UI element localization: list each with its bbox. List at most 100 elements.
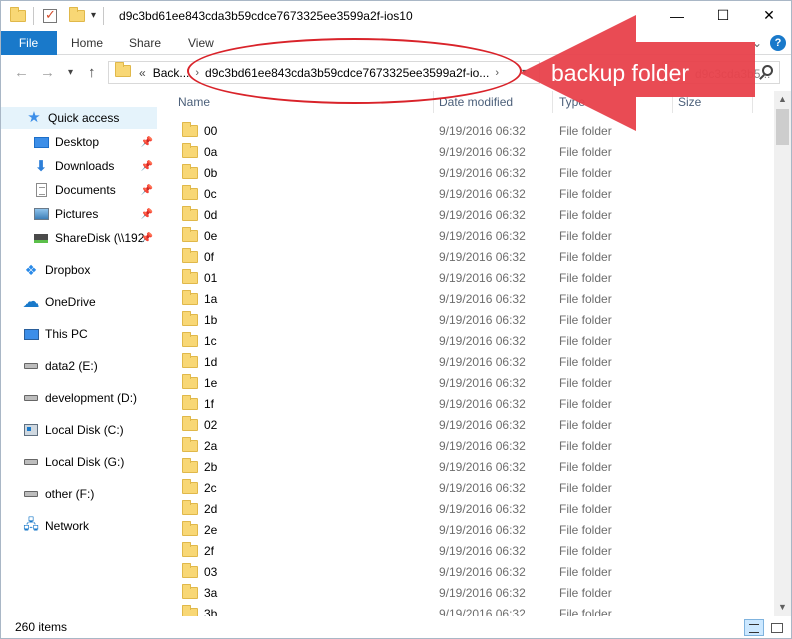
- date-modified-cell: 9/19/2016 06:32: [439, 354, 526, 369]
- table-row[interactable]: 2f 9/19/2016 06:32 File folder: [160, 540, 774, 561]
- file-name: 1d: [204, 354, 218, 369]
- sidebar-item-label: development (D:): [45, 391, 138, 405]
- table-row[interactable]: 0a 9/19/2016 06:32 File folder: [160, 141, 774, 162]
- sidebar-item-sharedisk[interactable]: ShareDisk (\\192 📌: [0, 227, 157, 249]
- file-name: 0b: [204, 165, 218, 180]
- search-icon[interactable]: [762, 65, 773, 76]
- folder-icon: [182, 457, 198, 473]
- table-row[interactable]: 0d 9/19/2016 06:32 File folder: [160, 204, 774, 225]
- file-name: 2b: [204, 459, 218, 474]
- file-name-cell: 0b: [182, 163, 218, 180]
- tab-view[interactable]: View: [188, 31, 214, 55]
- table-row[interactable]: 03 9/19/2016 06:32 File folder: [160, 561, 774, 582]
- sidebar-item-local-disk-g[interactable]: Local Disk (G:): [0, 451, 157, 473]
- breadcrumb-overflow[interactable]: «: [139, 66, 146, 80]
- forward-arrow-icon[interactable]: →: [40, 64, 55, 81]
- table-row[interactable]: 0f 9/19/2016 06:32 File folder: [160, 246, 774, 267]
- folder-icon: [182, 205, 198, 221]
- tab-share[interactable]: Share: [129, 31, 161, 55]
- sidebar-item-label: Downloads: [55, 159, 115, 173]
- file-name: 0e: [204, 228, 218, 243]
- back-arrow-icon[interactable]: ←: [14, 64, 29, 81]
- scroll-thumb[interactable]: [776, 109, 789, 145]
- column-divider[interactable]: [552, 91, 553, 113]
- column-divider[interactable]: [752, 91, 753, 113]
- sidebar-item-development[interactable]: development (D:): [0, 387, 157, 409]
- table-row[interactable]: 1c 9/19/2016 06:32 File folder: [160, 330, 774, 351]
- table-row[interactable]: 0b 9/19/2016 06:32 File folder: [160, 162, 774, 183]
- sidebar-item-onedrive[interactable]: ☁ OneDrive: [0, 291, 157, 313]
- table-row[interactable]: 0e 9/19/2016 06:32 File folder: [160, 225, 774, 246]
- table-row[interactable]: 1a 9/19/2016 06:32 File folder: [160, 288, 774, 309]
- table-row[interactable]: 2c 9/19/2016 06:32 File folder: [160, 477, 774, 498]
- new-folder-icon[interactable]: [69, 6, 85, 24]
- sidebar-item-desktop[interactable]: Desktop 📌: [0, 131, 157, 153]
- scroll-down-icon[interactable]: ▼: [774, 599, 791, 616]
- column-header-type[interactable]: Type: [559, 91, 585, 113]
- up-arrow-icon[interactable]: ↑: [88, 64, 96, 81]
- file-name: 02: [204, 417, 218, 432]
- close-button[interactable]: ✕: [746, 0, 792, 31]
- file-name: 01: [204, 270, 218, 285]
- type-cell: File folder: [559, 207, 612, 222]
- folder-icon: [182, 163, 198, 179]
- file-name-cell: 0e: [182, 226, 218, 243]
- sidebar-item-documents[interactable]: Documents 📌: [0, 179, 157, 201]
- address-dropdown-icon[interactable]: ▾: [522, 67, 527, 78]
- properties-icon[interactable]: [43, 7, 57, 23]
- help-icon[interactable]: ?: [770, 35, 786, 51]
- vertical-scrollbar[interactable]: ▲ ▼: [774, 91, 791, 616]
- sidebar-item-quick-access[interactable]: ★ Quick access: [0, 107, 157, 129]
- tab-file[interactable]: File: [0, 31, 57, 55]
- folder-icon: [182, 331, 198, 347]
- large-icons-view-icon[interactable]: [768, 619, 786, 636]
- table-row[interactable]: 00 9/19/2016 06:32 File folder: [160, 120, 774, 141]
- file-name-cell: 2c: [182, 478, 217, 495]
- details-view-icon[interactable]: [744, 619, 764, 636]
- item-count: 260 items: [15, 620, 68, 634]
- sidebar-item-network[interactable]: 🖧 Network: [0, 515, 157, 537]
- maximize-button[interactable]: ☐: [700, 0, 746, 31]
- sidebar-item-other-f[interactable]: other (F:): [0, 483, 157, 505]
- table-row[interactable]: 3b 9/19/2016 06:32 File folder: [160, 603, 774, 616]
- folder-icon: [182, 247, 198, 263]
- table-row[interactable]: 1e 9/19/2016 06:32 File folder: [160, 372, 774, 393]
- minimize-button[interactable]: —: [654, 0, 700, 31]
- breadcrumb-backup[interactable]: Back...: [153, 66, 190, 80]
- file-name-cell: 1d: [182, 352, 218, 369]
- sidebar-item-local-disk-c[interactable]: Local Disk (C:): [0, 419, 157, 441]
- recent-locations-icon[interactable]: ▾: [68, 67, 73, 78]
- table-row[interactable]: 0c 9/19/2016 06:32 File folder: [160, 183, 774, 204]
- table-row[interactable]: 1b 9/19/2016 06:32 File folder: [160, 309, 774, 330]
- sidebar-item-this-pc[interactable]: This PC: [0, 323, 157, 345]
- table-row[interactable]: 1f 9/19/2016 06:32 File folder: [160, 393, 774, 414]
- type-cell: File folder: [559, 312, 612, 327]
- file-name: 0a: [204, 144, 218, 159]
- customize-toolbar-icon[interactable]: ▾: [91, 10, 96, 21]
- table-row[interactable]: 2a 9/19/2016 06:32 File folder: [160, 435, 774, 456]
- drive-icon: [23, 454, 39, 470]
- table-row[interactable]: 3a 9/19/2016 06:32 File folder: [160, 582, 774, 603]
- sidebar-item-downloads[interactable]: ⬇ Downloads 📌: [0, 155, 157, 177]
- status-bar: 260 items: [0, 616, 792, 639]
- table-row[interactable]: 2e 9/19/2016 06:32 File folder: [160, 519, 774, 540]
- table-row[interactable]: 02 9/19/2016 06:32 File folder: [160, 414, 774, 435]
- tab-home[interactable]: Home: [71, 31, 103, 55]
- table-row[interactable]: 1d 9/19/2016 06:32 File folder: [160, 351, 774, 372]
- table-row[interactable]: 2b 9/19/2016 06:32 File folder: [160, 456, 774, 477]
- folder-icon: [182, 604, 198, 616]
- column-header-size[interactable]: Size: [678, 91, 701, 113]
- sidebar-item-dropbox[interactable]: ❖ Dropbox: [0, 259, 157, 281]
- expand-ribbon-icon[interactable]: ⌄: [752, 36, 762, 50]
- table-row[interactable]: 01 9/19/2016 06:32 File folder: [160, 267, 774, 288]
- column-divider[interactable]: [672, 91, 673, 113]
- sidebar-item-data2[interactable]: data2 (E:): [0, 355, 157, 377]
- column-header-name[interactable]: Name: [178, 91, 210, 113]
- downloads-icon: ⬇: [34, 158, 48, 175]
- sidebar-item-pictures[interactable]: Pictures 📌: [0, 203, 157, 225]
- scroll-up-icon[interactable]: ▲: [774, 91, 791, 108]
- folder-icon: [182, 352, 198, 368]
- type-cell: File folder: [559, 438, 612, 453]
- file-name: 2d: [204, 501, 218, 516]
- table-row[interactable]: 2d 9/19/2016 06:32 File folder: [160, 498, 774, 519]
